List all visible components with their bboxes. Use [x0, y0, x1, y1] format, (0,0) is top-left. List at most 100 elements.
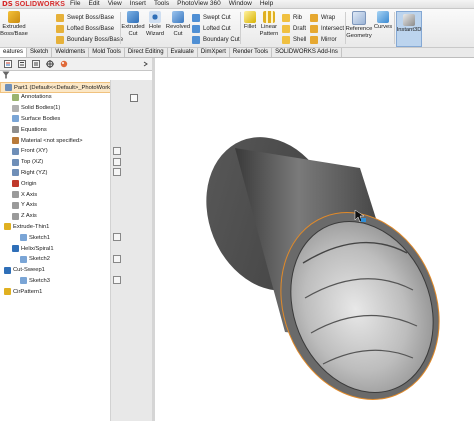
tab-item[interactable]: Mold Tools	[89, 48, 125, 57]
tab-item[interactable]: Evaluate	[168, 48, 198, 57]
tree-item[interactable]: Solid Bodies(1)	[0, 104, 60, 113]
tree-item-icon	[12, 93, 19, 101]
rail-marker-icon[interactable]	[113, 157, 121, 166]
hole-wizard-button[interactable]: Hole Wizard	[144, 11, 166, 37]
tree-item-icon	[12, 191, 19, 198]
tree-item[interactable]: Y Axis	[0, 201, 37, 210]
tree-item[interactable]: Part1 (Default<<Default>_PhotoWorks Di	[0, 82, 120, 93]
lofted-boss-button[interactable]: Lofted Boss/Base	[56, 24, 114, 33]
featuremanager-tree-icon[interactable]	[4, 60, 12, 68]
ribbon-separator	[394, 12, 395, 44]
property-manager-icon[interactable]	[18, 60, 26, 68]
curves-label: Curves	[373, 24, 393, 30]
tree-item-label: Material <not specified>	[21, 137, 83, 144]
draft-button[interactable]: Draft	[282, 24, 306, 33]
swept-cut-button[interactable]: Swept Cut	[192, 13, 231, 22]
configuration-manager-icon[interactable]	[32, 60, 40, 68]
revolved-cut-button[interactable]: Revolved Cut	[166, 11, 190, 37]
tree-item[interactable]: Cut-Sweep1	[0, 266, 45, 275]
tree-item[interactable]: Sketch2	[0, 255, 50, 264]
tree-item-label: Top (XZ)	[21, 159, 44, 166]
menu-item[interactable]: Edit	[88, 0, 99, 8]
boundary-cut-button[interactable]: Boundary Cut	[192, 35, 240, 44]
mirror-icon	[310, 35, 318, 44]
tree-item[interactable]: Helix/Spiral1	[0, 244, 54, 253]
menu-item[interactable]: Help	[260, 0, 273, 8]
rail-marker-icon[interactable]	[113, 254, 121, 263]
extruded-cut-button[interactable]: Extruded Cut	[121, 11, 145, 37]
curves-button[interactable]: Curves	[374, 11, 392, 31]
tab-item[interactable]: Direct Editing	[125, 48, 168, 57]
tree-item-label: Sketch2	[29, 256, 50, 263]
swept-boss-button[interactable]: Swept Boss/Base	[56, 13, 114, 22]
curves-icon	[377, 11, 389, 23]
menu-bar: DS SOLIDWORKS File Edit View Insert Tools Pho…	[0, 0, 474, 9]
tree-item[interactable]: Sketch3	[0, 276, 50, 285]
tree-item-label: Right (YZ)	[21, 169, 48, 176]
graphics-area[interactable]	[155, 58, 474, 421]
boundary-boss-button[interactable]: Boundary Boss/Base	[56, 35, 123, 44]
menu-item[interactable]: Window	[229, 0, 252, 8]
lofted-cut-button[interactable]: Lofted Cut	[192, 24, 231, 33]
cylinder-part-model[interactable]	[155, 58, 474, 421]
menu-item[interactable]: PhotoView 360	[177, 0, 221, 8]
rollback-icon[interactable]	[130, 94, 138, 102]
mirror-label: Mirror	[321, 36, 337, 43]
shell-button[interactable]: Shell	[282, 35, 306, 44]
linear-pattern-icon	[263, 11, 275, 23]
tab-item[interactable]: Render Tools	[230, 48, 273, 57]
solidworks-logo[interactable]: DS SOLIDWORKS	[0, 0, 65, 8]
filter-funnel-icon[interactable]	[2, 71, 10, 79]
tree-item[interactable]: X Axis	[0, 190, 37, 199]
tab-item[interactable]: Weldments	[52, 48, 90, 57]
tree-item-icon	[4, 223, 11, 231]
menu-item[interactable]: View	[108, 0, 122, 8]
rail-marker-icon[interactable]	[113, 276, 121, 285]
dimxpert-manager-icon[interactable]	[46, 60, 54, 68]
tree-item[interactable]: Z Axis	[0, 212, 37, 221]
rib-button[interactable]: Rib	[282, 13, 302, 22]
command-manager-tabs: eatures Sketch Weldments Mold Tools Direct E…	[0, 48, 474, 58]
tree-item[interactable]: Annotations	[0, 93, 52, 102]
tree-item[interactable]: Surface Bodies	[0, 114, 60, 123]
tree-item[interactable]: Top (XZ)	[0, 158, 43, 167]
linear-pattern-button[interactable]: Linear Pattern	[258, 11, 280, 37]
mirror-button[interactable]: Mirror	[310, 35, 337, 44]
tab-item[interactable]: SOLIDWORKS Add-Ins	[272, 48, 342, 57]
instant3d-label: Instant3D	[396, 27, 422, 33]
tree-item[interactable]: Equations	[0, 125, 47, 134]
fillet-button[interactable]: Fillet	[242, 11, 258, 31]
rail-marker-icon[interactable]	[113, 233, 121, 242]
tree-item[interactable]: Material <not specified>	[0, 136, 83, 145]
tab-item[interactable]: DimXpert	[198, 48, 230, 57]
expand-panel-icon[interactable]	[142, 60, 150, 68]
tree-item[interactable]: Front (XY)	[0, 147, 48, 156]
command-manager-ribbon: Extruded Boss/Base Swept Boss/Base Lofte…	[0, 9, 474, 48]
tree-item-label: Cut-Sweep1	[13, 267, 45, 274]
extruded-boss-label: Extruded Boss/Base	[0, 24, 28, 37]
instant3d-button[interactable]: Instant3D	[396, 11, 422, 47]
menu-item[interactable]: Insert	[130, 0, 146, 8]
menu-item[interactable]: Tools	[154, 0, 169, 8]
wrap-label: Wrap	[321, 14, 336, 21]
logo-prefix: DS	[2, 0, 13, 8]
tab-item[interactable]: eatures	[0, 48, 28, 57]
rail-marker-icon[interactable]	[113, 168, 121, 177]
rail-marker-icon[interactable]	[113, 146, 121, 155]
tree-item[interactable]: Extrude-Thin1	[0, 222, 49, 231]
extruded-boss-button[interactable]: Extruded Boss/Base	[0, 11, 28, 37]
intersect-button[interactable]: Intersect	[310, 24, 344, 33]
tree-item-label: Y Axis	[21, 202, 38, 209]
tree-item[interactable]: Right (YZ)	[0, 168, 47, 177]
tree-item[interactable]: CirPattern1	[0, 287, 42, 296]
reference-geometry-button[interactable]: Reference Geometry	[346, 11, 372, 39]
menu-item[interactable]: File	[70, 0, 80, 8]
tree-item[interactable]: Sketch1	[0, 233, 50, 242]
menu-items: File Edit View Insert Tools PhotoView 360 Wind…	[70, 0, 273, 8]
tab-item[interactable]: Sketch	[27, 48, 53, 57]
hole-wizard-icon	[149, 11, 161, 23]
wrap-button[interactable]: Wrap	[310, 13, 335, 22]
tree-item[interactable]: Origin	[0, 179, 36, 188]
display-manager-icon[interactable]	[60, 60, 68, 68]
linear-pattern-label: Linear Pattern	[259, 24, 279, 37]
